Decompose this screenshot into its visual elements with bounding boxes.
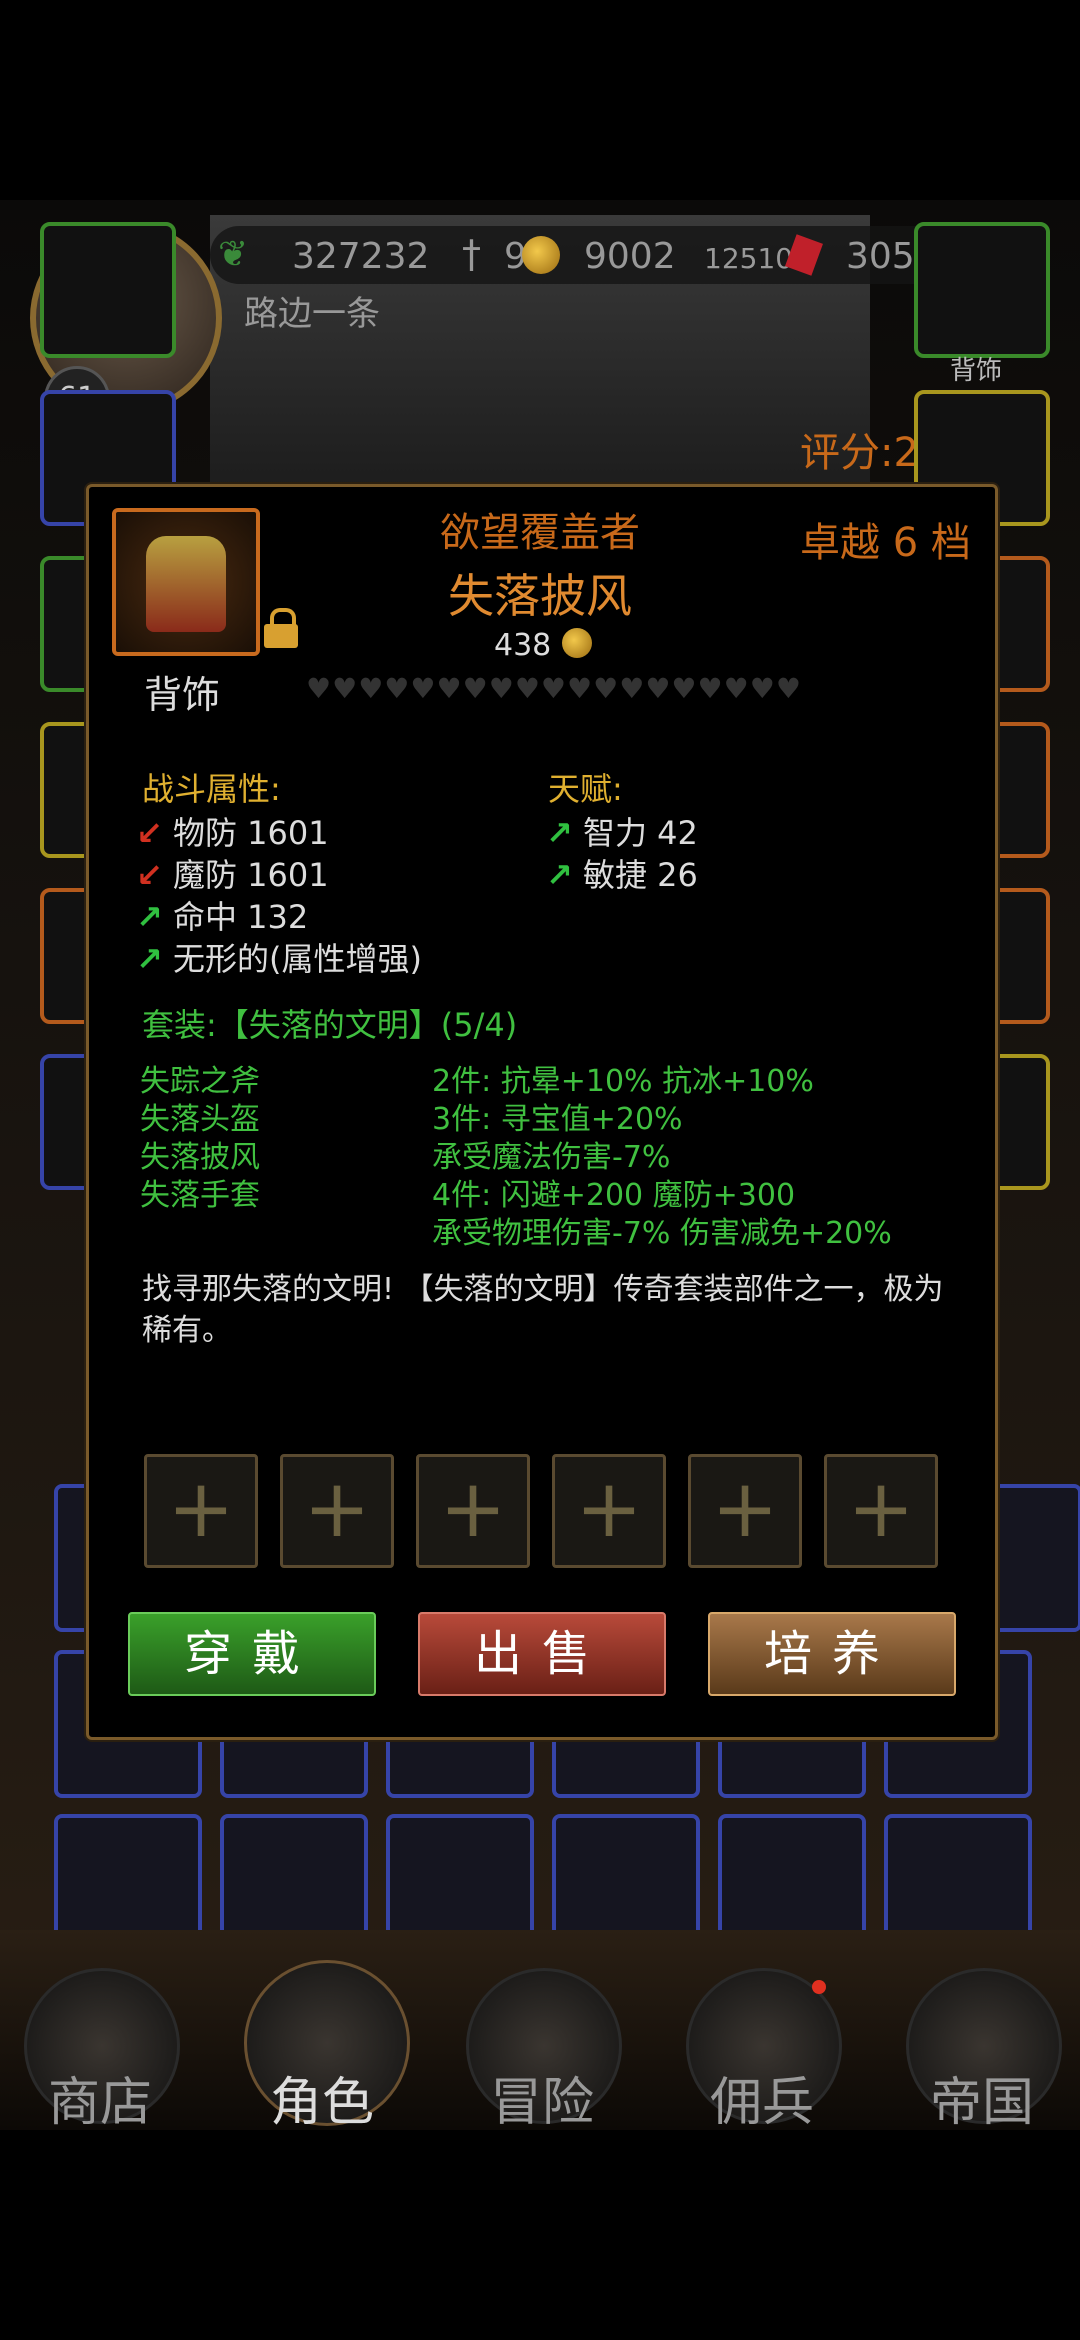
talent-row: ↗ 敏捷 26 xyxy=(546,850,698,896)
item-description: 找寻那失落的文明! 【失落的文明】传奇套装部件之一，极为稀有。 xyxy=(142,1272,944,1348)
arrow-down-icon: ↙ xyxy=(136,814,163,852)
nav-mercenary[interactable]: 佣兵 xyxy=(662,2060,862,2135)
item-grade: 卓越 6 档 xyxy=(800,520,971,566)
talent-row: ↗ 智力 42 xyxy=(546,808,698,854)
sell-button[interactable]: 出售 xyxy=(418,1612,666,1696)
set-piece: 失落手套 xyxy=(140,1178,260,1213)
stat-row: ↙ 物防 1601 xyxy=(136,808,329,854)
arrow-up-icon: ↗ xyxy=(546,856,573,894)
stat-text: 命中 132 xyxy=(172,898,309,936)
stat-text: 无形的(属性增强) xyxy=(172,940,422,978)
arrow-up-icon: ↗ xyxy=(136,898,163,936)
nav-adventure[interactable]: 冒险 xyxy=(442,2060,642,2135)
socket-add-button[interactable]: + xyxy=(688,1454,802,1568)
back-slot-label: 背饰 xyxy=(950,356,1003,386)
socket-add-button[interactable]: + xyxy=(280,1454,394,1568)
socket-add-button[interactable]: + xyxy=(824,1454,938,1568)
set-bonus: 承受物理伤害-7% 伤害减免+20% xyxy=(432,1216,892,1251)
train-button[interactable]: 培养 xyxy=(708,1612,956,1696)
socket-add-button[interactable]: + xyxy=(144,1454,258,1568)
combat-stats-header: 战斗属性: xyxy=(142,770,281,808)
nav-shop[interactable]: 商店 xyxy=(0,2060,200,2135)
ruby-value: 305 xyxy=(846,236,915,277)
nav-empire[interactable]: 帝国 xyxy=(882,2060,1080,2135)
gems-value: 12510 xyxy=(704,242,794,275)
item-name: 失落披风 xyxy=(448,569,632,623)
power-value: 327232 xyxy=(292,236,430,277)
arrow-down-icon: ↙ xyxy=(136,856,163,894)
talent-text: 敏捷 26 xyxy=(582,856,698,894)
stat-row: ↗ 无形的(属性增强) xyxy=(136,934,422,980)
talent-text: 智力 42 xyxy=(582,814,698,852)
equip-slot-back[interactable] xyxy=(914,222,1050,358)
stat-text: 物防 1601 xyxy=(172,814,329,852)
item-slot-type: 背饰 xyxy=(144,673,221,717)
gold-value: 9002 xyxy=(584,236,676,277)
arrow-up-icon: ↗ xyxy=(136,940,163,978)
player-name: 路边一条 xyxy=(244,294,380,334)
leaf-icon: ❦ xyxy=(218,234,249,275)
wear-button[interactable]: 穿戴 xyxy=(128,1612,376,1696)
heart-rating: ♥♥♥♥♥♥♥♥♥♥♥♥♥♥♥♥♥♥♥ xyxy=(306,672,802,705)
set-header: 套装:【失落的文明】(5/4) xyxy=(142,1006,518,1044)
nav-character[interactable]: 角色 xyxy=(222,2060,422,2135)
stat-text: 魔防 1601 xyxy=(172,856,329,894)
talent-header: 天赋: xyxy=(548,770,623,808)
arrow-up-icon: ↗ xyxy=(546,814,573,852)
notification-dot xyxy=(812,1980,826,1994)
coin-icon xyxy=(522,236,560,274)
socket-add-button[interactable]: + xyxy=(416,1454,530,1568)
stat-row: ↗ 命中 132 xyxy=(136,892,308,938)
socket-add-button[interactable]: + xyxy=(552,1454,666,1568)
equip-slot-left-1[interactable] xyxy=(40,222,176,358)
coin-icon xyxy=(562,628,592,658)
stat-row: ↙ 魔防 1601 xyxy=(136,850,329,896)
item-price: 438 xyxy=(494,628,552,663)
sword-icon: † xyxy=(462,232,481,276)
